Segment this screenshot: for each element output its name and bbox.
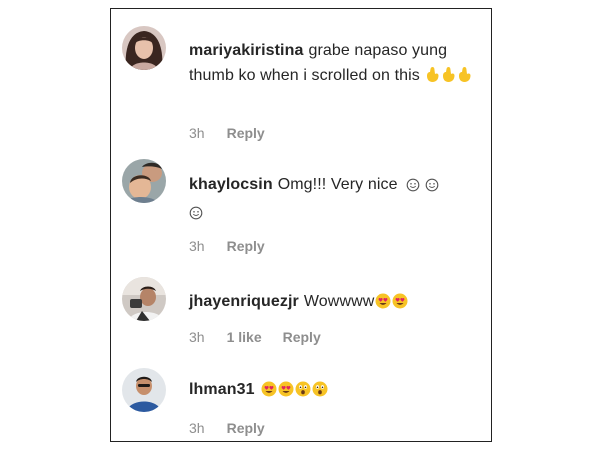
avatar-image [122, 277, 166, 321]
comment-time: 3h [189, 420, 205, 436]
comment-meta: 3h Reply [189, 238, 286, 254]
comment-time: 3h [189, 238, 205, 254]
comment-time: 3h [189, 329, 205, 345]
hand-icon [457, 66, 472, 91]
reply-button[interactable]: Reply [227, 125, 265, 141]
comment-text: Omg!!! Very nice [277, 176, 398, 193]
heart-eyes-icon [278, 380, 294, 405]
smile-face-icon [425, 175, 439, 200]
smile-face-icon [189, 203, 203, 228]
avatar-image [122, 159, 166, 203]
avatar[interactable] [122, 159, 166, 203]
avatar[interactable] [122, 26, 166, 70]
heart-eyes-icon [375, 292, 391, 317]
comment-meta: 3h 1 like Reply [189, 329, 342, 345]
like-count[interactable]: 1 like [227, 329, 262, 345]
comment-meta: 3h Reply [189, 420, 286, 436]
comment-body: mariyakiristina grabe napaso yung thumb k… [189, 38, 479, 91]
comment-meta: 3h Reply [189, 125, 286, 141]
hand-icon [441, 66, 456, 91]
avatar[interactable] [122, 368, 166, 412]
comment-username[interactable]: jhayenriquezjr [189, 293, 299, 310]
avatar-image [122, 26, 166, 70]
hand-icon [425, 66, 440, 91]
comment-body: khaylocsin Omg!!! Very nice [189, 172, 479, 228]
reply-button[interactable]: Reply [227, 238, 265, 254]
comment-time: 3h [189, 125, 205, 141]
heart-eyes-icon [392, 292, 408, 317]
comment-username[interactable]: mariyakiristina [189, 42, 303, 59]
smile-face-icon [406, 175, 420, 200]
comment-text: Wowwww [303, 293, 375, 310]
comments-panel: mariyakiristina grabe napaso yung thumb k… [110, 8, 492, 442]
reply-button[interactable]: Reply [283, 329, 321, 345]
avatar[interactable] [122, 277, 166, 321]
comment-body: jhayenriquezjr Wowwww [189, 289, 479, 317]
heart-eyes-icon [261, 380, 277, 405]
reply-button[interactable]: Reply [227, 420, 265, 436]
astonished-face-icon [295, 380, 311, 405]
comment-username[interactable]: khaylocsin [189, 176, 273, 193]
comment-body: lhman31 [189, 377, 479, 405]
avatar-image [122, 368, 166, 412]
astonished-face-icon [312, 380, 328, 405]
comment-username[interactable]: lhman31 [189, 381, 255, 398]
